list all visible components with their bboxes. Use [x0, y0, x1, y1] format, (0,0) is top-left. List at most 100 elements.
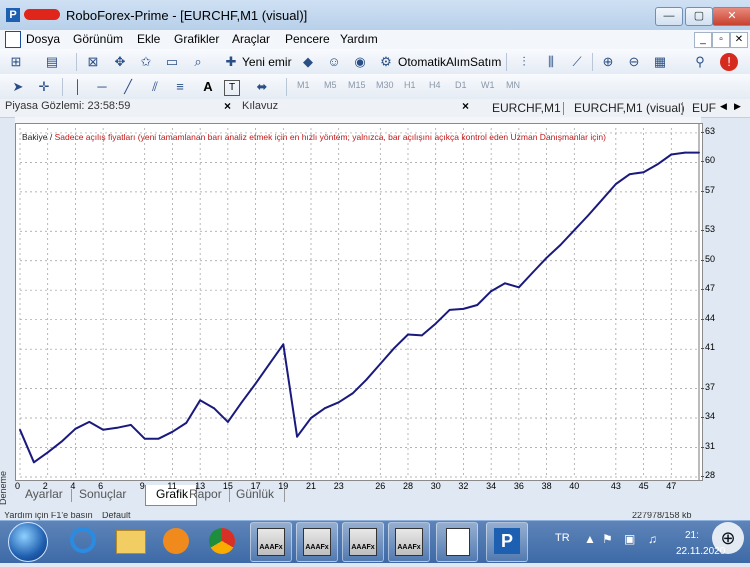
- tab-report[interactable]: Rapor: [189, 487, 222, 501]
- balance-chart[interactable]: [15, 123, 703, 481]
- market-watch-icon[interactable]: ⊠: [83, 52, 103, 72]
- timeframe-h4[interactable]: H4: [429, 80, 441, 90]
- taskbar-aaafx-1[interactable]: AAAFx: [250, 522, 292, 562]
- minimize-button[interactable]: —: [655, 7, 683, 26]
- navigator-close-button[interactable]: ×: [462, 99, 469, 113]
- zoom-out-icon[interactable]: ⊖: [624, 52, 644, 72]
- drawing-toolbar: ➤ ✛ │ ─ ╱ ⫽ ≡ A T ⬌ M1 M5 M15 M30 H1 H4 …: [0, 74, 750, 101]
- profiles-icon[interactable]: ▤: [42, 52, 62, 72]
- y-tick-label: 31: [705, 440, 716, 451]
- metaeditor-icon[interactable]: ◆: [298, 52, 318, 72]
- timeframe-m5[interactable]: M5: [324, 80, 337, 90]
- balance-point: [282, 343, 285, 346]
- tile-windows-icon[interactable]: ▦: [650, 52, 670, 72]
- y-tick-mark: [701, 417, 704, 418]
- new-order-button[interactable]: Yeni emir: [240, 52, 294, 72]
- mdi-restore-button[interactable]: ▫: [712, 32, 730, 48]
- balance-point: [46, 451, 49, 454]
- market-watch-close-button[interactable]: ×: [224, 99, 231, 113]
- candlestick-icon[interactable]: ⫼: [541, 52, 561, 72]
- text-label-button[interactable]: T: [224, 80, 240, 96]
- taskbar-calculator[interactable]: [436, 522, 478, 562]
- y-tick-mark: [701, 387, 704, 389]
- chart-tab-eurchf-more[interactable]: EUF: [692, 101, 716, 115]
- menu-help[interactable]: Yardım: [340, 32, 378, 46]
- status-profile: Default: [102, 512, 131, 520]
- taskbar-chrome[interactable]: [202, 522, 242, 560]
- taskbar-aaafx-4[interactable]: AAAFx: [388, 522, 430, 562]
- chart-tab-eurchf[interactable]: EURCHF,M1: [492, 101, 561, 115]
- tab-scroll-right-icon[interactable]: ▶: [734, 101, 741, 112]
- text-tool-button[interactable]: A: [198, 77, 218, 97]
- x-tick-label: 26: [375, 481, 386, 491]
- taskbar-explorer[interactable]: [110, 522, 150, 560]
- tray-expand-icon[interactable]: ▲: [584, 532, 596, 546]
- timeframe-w1[interactable]: W1: [481, 80, 495, 90]
- status-traffic: 227978/158 kb: [632, 512, 692, 520]
- autotrading-button[interactable]: OtomatikAlımSatım: [396, 52, 503, 72]
- timeframe-mn[interactable]: MN: [506, 80, 520, 90]
- trendline-icon[interactable]: ╱: [118, 77, 138, 97]
- network-icon[interactable]: ▣: [624, 532, 635, 546]
- maximize-button[interactable]: ▢: [685, 7, 713, 26]
- vertical-line-icon[interactable]: │: [68, 77, 88, 97]
- new-order-icon[interactable]: ✚: [221, 52, 241, 72]
- tab-scroll-left-icon[interactable]: ◀: [720, 101, 727, 112]
- cursor-icon[interactable]: ➤: [8, 77, 28, 97]
- chart-legend: Bakiye / Sadece açılış fiyatları (yeni t…: [22, 132, 606, 142]
- line-chart-icon[interactable]: ⟋: [567, 52, 587, 72]
- taskbar-roboforex[interactable]: P: [486, 522, 528, 562]
- status-help-text: Yardım için F1'e basın: [4, 512, 93, 520]
- mdi-minimize-button[interactable]: _: [694, 32, 712, 48]
- community-icon[interactable]: ☺: [324, 52, 344, 72]
- channel-icon[interactable]: ⫽: [145, 77, 165, 97]
- start-button[interactable]: [8, 522, 48, 562]
- timeframe-m30[interactable]: M30: [376, 80, 394, 90]
- timeframe-m15[interactable]: M15: [348, 80, 366, 90]
- taskbar-media-player[interactable]: [156, 522, 196, 560]
- taskbar-aaafx-3[interactable]: AAAFx: [342, 522, 384, 562]
- taskbar-aaafx-2[interactable]: AAAFx: [296, 522, 338, 562]
- autotrading-icon[interactable]: ⚙: [376, 52, 396, 72]
- zoom-in-icon[interactable]: ⊕: [598, 52, 618, 72]
- crosshair-icon[interactable]: ✛: [34, 77, 54, 97]
- timeframe-h1[interactable]: H1: [404, 80, 416, 90]
- timeframe-m1[interactable]: M1: [297, 80, 310, 90]
- document-icon[interactable]: [5, 31, 21, 48]
- balance-point: [143, 437, 146, 440]
- balance-point: [462, 307, 465, 310]
- timeframe-d1[interactable]: D1: [455, 80, 467, 90]
- navigator-icon[interactable]: ✩: [136, 52, 156, 72]
- strategy-tester-icon[interactable]: ⌕: [188, 52, 208, 72]
- taskbar-ie[interactable]: [64, 522, 104, 560]
- terminal-icon[interactable]: ▭: [162, 52, 182, 72]
- language-indicator[interactable]: TR: [555, 532, 570, 544]
- fibonacci-icon[interactable]: ≡: [170, 77, 190, 97]
- shapes-menu-icon[interactable]: ⬌: [252, 77, 272, 97]
- data-window-icon[interactable]: ✥: [110, 52, 130, 72]
- browser-icon: [70, 527, 96, 553]
- x-tick-label: 40: [569, 481, 580, 491]
- x-tick-label: 15: [222, 481, 233, 491]
- search-icon[interactable]: ⚲: [690, 52, 710, 72]
- clock-time[interactable]: 21:: [685, 530, 699, 541]
- y-tick-mark: [701, 318, 704, 320]
- horizontal-line-icon[interactable]: ─: [92, 77, 112, 97]
- menu-charts[interactable]: Grafikler: [174, 32, 219, 46]
- menu-tools[interactable]: Araçlar: [232, 32, 270, 46]
- close-button[interactable]: ✕: [712, 7, 750, 26]
- menu-window[interactable]: Pencere: [285, 32, 330, 46]
- menu-insert[interactable]: Ekle: [137, 32, 160, 46]
- mdi-close-button[interactable]: ✕: [730, 32, 748, 48]
- new-chart-icon[interactable]: ⊞: [6, 52, 26, 72]
- menu-view[interactable]: Görünüm: [73, 32, 123, 46]
- bar-chart-icon[interactable]: ⫶: [514, 52, 534, 72]
- tester-side-label: Deneme: [0, 470, 8, 505]
- chart-tab-eurchf-visual[interactable]: EURCHF,M1 (visual): [574, 101, 685, 115]
- action-center-icon[interactable]: ⚑: [602, 532, 613, 546]
- volume-icon[interactable]: ♫: [648, 532, 657, 546]
- magnifier-icon[interactable]: ⊕: [712, 522, 744, 554]
- alert-icon[interactable]: !: [720, 53, 738, 71]
- signals-icon[interactable]: ◉: [350, 52, 370, 72]
- menu-file[interactable]: Dosya: [26, 32, 60, 46]
